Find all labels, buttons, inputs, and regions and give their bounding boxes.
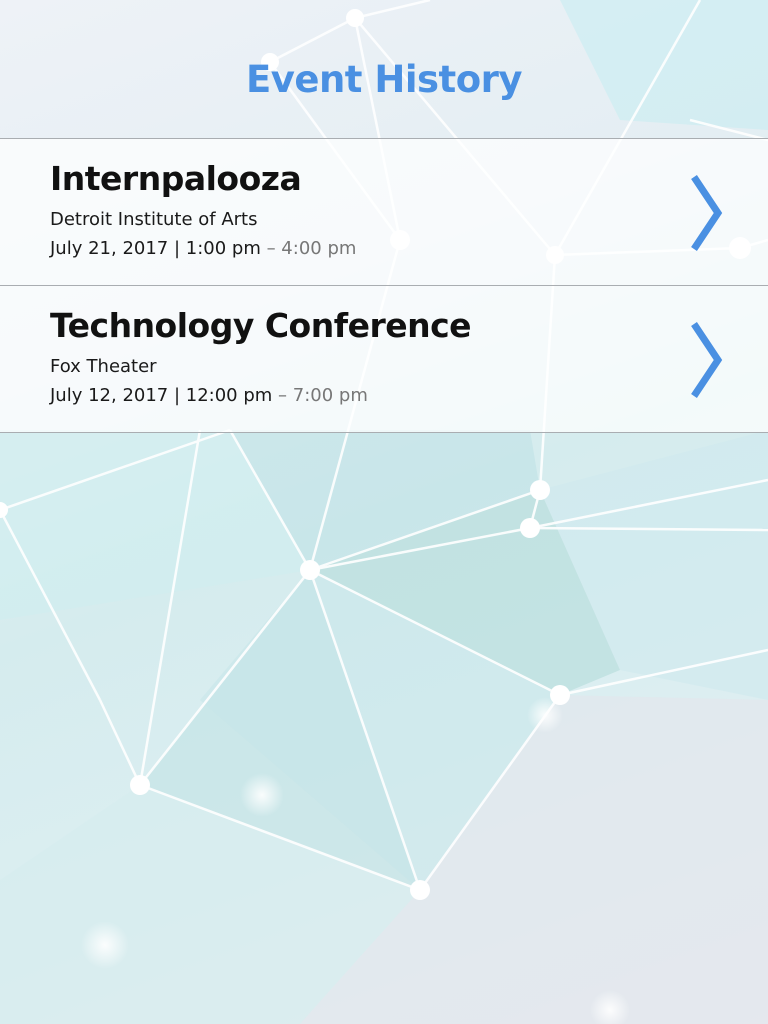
- event-venue: Fox Theater: [50, 356, 157, 377]
- event-start: July 21, 2017 | 1:00 pm: [50, 238, 261, 259]
- event-title: Internpalooza: [50, 159, 302, 198]
- event-list: Internpalooza Detroit Institute of Arts …: [0, 138, 768, 433]
- event-end: – 4:00 pm: [260, 238, 357, 259]
- event-venue: Detroit Institute of Arts: [50, 209, 258, 230]
- chevron-right-icon[interactable]: [688, 320, 724, 400]
- event-title: Technology Conference: [50, 306, 472, 345]
- event-start: July 12, 2017 | 12:00 pm: [50, 385, 273, 406]
- event-row-internpalooza[interactable]: Internpalooza Detroit Institute of Arts …: [0, 138, 768, 285]
- event-time: July 12, 2017 | 12:00 pm – 7:00 pm: [50, 385, 368, 406]
- chevron-right-icon[interactable]: [688, 173, 724, 253]
- event-row-technology-conference[interactable]: Technology Conference Fox Theater July 1…: [0, 285, 768, 433]
- event-end: – 7:00 pm: [272, 385, 368, 406]
- page-title: Event History: [245, 58, 523, 101]
- event-time: July 21, 2017 | 1:00 pm – 4:00 pm: [50, 238, 356, 259]
